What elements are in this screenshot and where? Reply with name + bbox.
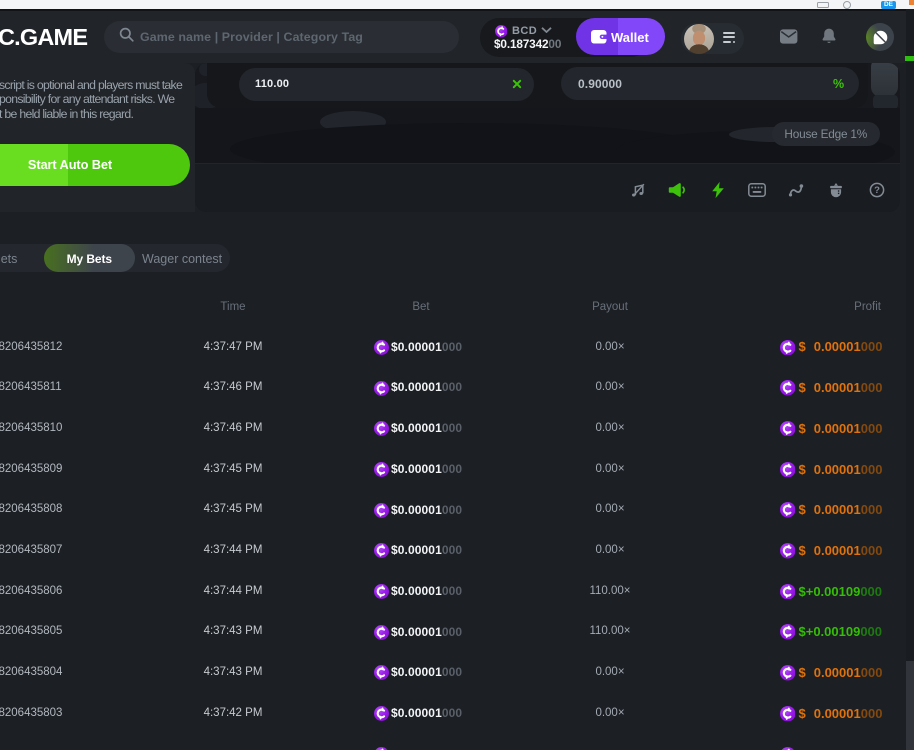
svg-text:?: ? [874,185,880,196]
